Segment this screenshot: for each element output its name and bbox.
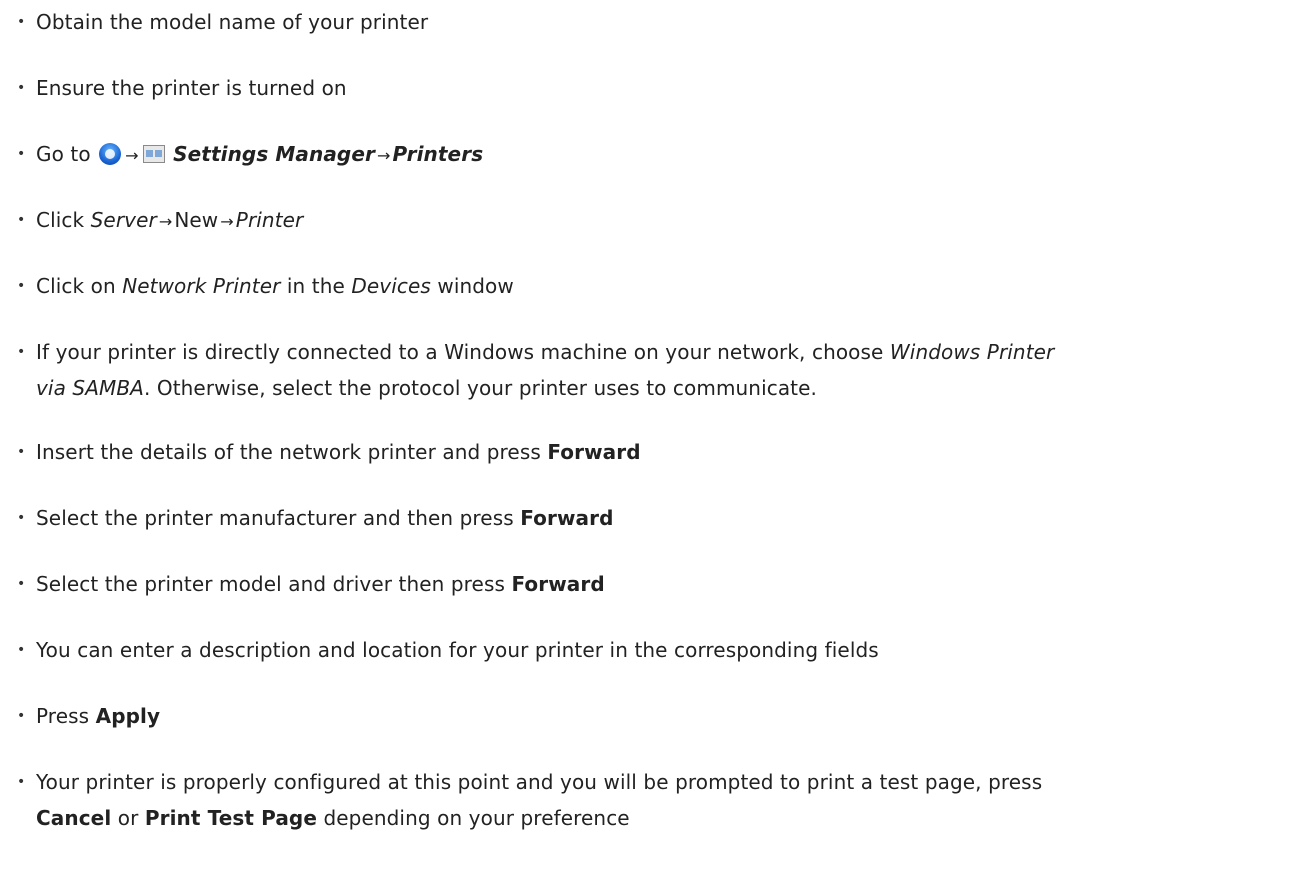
start-menu-icon — [99, 143, 122, 165]
step-4: Click Server→New→Printer — [0, 202, 303, 240]
devices-label: Devices — [351, 274, 431, 298]
forward-label: Forward — [520, 506, 614, 530]
printer-menu: Printer — [235, 208, 304, 232]
network-printer-label: Network Printer — [122, 274, 281, 298]
step-10-text: You can enter a description and location… — [36, 638, 879, 662]
forward-label: Forward — [547, 440, 641, 464]
new-menu: New — [174, 208, 219, 232]
step-1-text: Obtain the model name of your printer — [36, 10, 429, 34]
arrow-icon: → — [220, 212, 234, 231]
step-6-text: . Otherwise, select the protocol your pr… — [143, 376, 817, 400]
step-5-text: Click on — [36, 274, 123, 298]
step-10: You can enter a description and location… — [0, 632, 879, 668]
step-3: Go to → Settings Manager→Printers — [0, 136, 483, 174]
step-6-text: If your printer is directly connected to… — [36, 340, 890, 364]
apply-label: Apply — [95, 704, 161, 728]
printers-label: Printers — [392, 142, 484, 166]
step-2-text: Ensure the printer is turned on — [36, 76, 347, 100]
step-8-text: Select the printer manufacturer and then… — [36, 506, 521, 530]
step-4-text: Click — [36, 208, 91, 232]
step-8: Select the printer manufacturer and then… — [0, 500, 614, 536]
step-5-text: in the — [280, 274, 352, 298]
step-7: Insert the details of the network printe… — [0, 434, 641, 470]
windows-printer-label: Windows Printer — [889, 340, 1055, 364]
step-2: Ensure the printer is turned on — [0, 70, 347, 106]
step-7-text: Insert the details of the network printe… — [36, 440, 548, 464]
step-3-text: Go to — [36, 142, 98, 166]
step-1: Obtain the model name of your printer — [0, 4, 428, 40]
step-6: If your printer is directly connected to… — [0, 334, 1306, 406]
arrow-icon: → — [125, 146, 139, 165]
cancel-label: Cancel — [36, 806, 112, 830]
arrow-icon: → — [376, 146, 391, 165]
step-12-text: depending on your preference — [317, 806, 630, 830]
step-11-text: Press — [36, 704, 96, 728]
settings-manager-label: Settings Manager — [173, 142, 375, 166]
step-5: Click on Network Printer in the Devices … — [0, 268, 514, 304]
step-9-text: Select the printer model and driver then… — [36, 572, 512, 596]
arrow-icon: → — [158, 212, 173, 231]
server-menu: Server — [90, 208, 157, 232]
step-12: Your printer is properly configured at t… — [0, 764, 1306, 836]
step-12-text: Your printer is properly configured at t… — [36, 770, 1043, 794]
forward-label: Forward — [511, 572, 605, 596]
print-test-page-label: Print Test Page — [144, 806, 317, 830]
step-5-text: window — [430, 274, 514, 298]
via-samba-label: via SAMBA — [36, 376, 144, 400]
step-11: Press Apply — [0, 698, 160, 734]
step-12-text: or — [111, 806, 145, 830]
step-9: Select the printer model and driver then… — [0, 566, 605, 602]
settings-manager-icon — [142, 145, 165, 163]
